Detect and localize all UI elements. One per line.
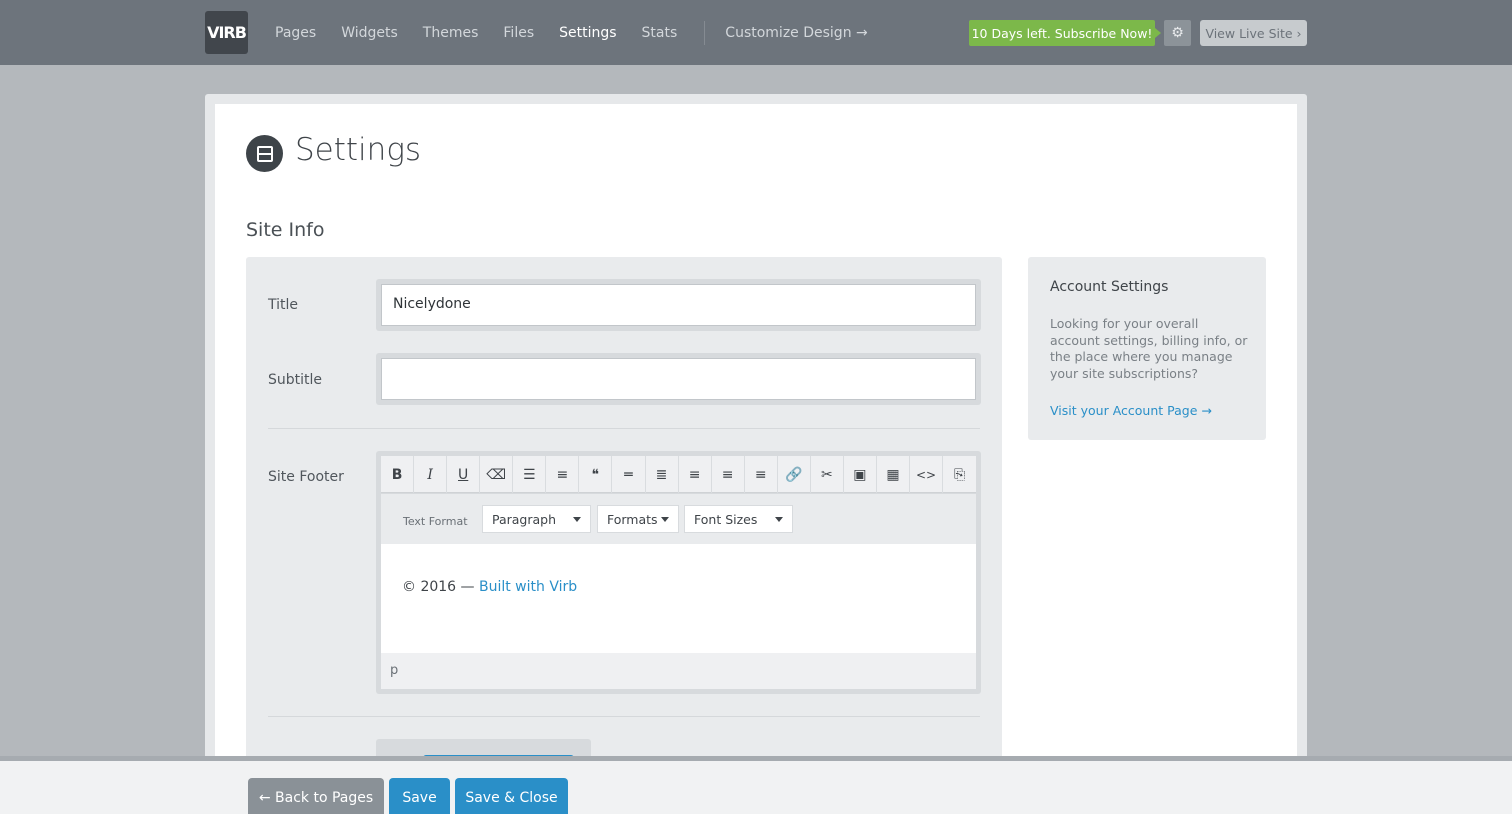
account-settings-title: Account Settings [1050,279,1169,295]
title-label: Title [268,297,299,313]
divider [268,716,980,717]
page-title: Settings [295,132,422,168]
nav-widgets[interactable]: Widgets [329,25,410,41]
format-row: Text Format Paragraph Formats Font Sizes [381,494,976,544]
section-title: Site Info [246,219,325,241]
main-nav: Pages Widgets Themes Files Settings Stat… [263,0,868,65]
blockquote-icon[interactable]: ❝ [579,456,613,493]
site-footer-label: Site Footer [268,469,344,485]
italic-icon[interactable]: I [414,456,448,493]
save-and-close-button[interactable]: Save & Close [455,778,568,814]
account-settings-box: Account Settings Looking for your overal… [1028,257,1266,440]
horizontal-rule-icon[interactable]: ═ [612,456,646,493]
element-path: p [381,653,976,689]
settings-page-icon [246,135,283,172]
underline-icon[interactable]: U [447,456,481,493]
built-with-virb-link[interactable]: Built with Virb [479,579,577,595]
subtitle-field-wrap [376,353,981,405]
account-settings-description: Looking for your overall account setting… [1050,316,1248,381]
text-format-label: Text Format [403,515,468,528]
subtitle-input[interactable] [381,358,976,400]
subscribe-button[interactable]: 10 Days left. Subscribe Now! [969,20,1161,46]
bullet-list-icon[interactable]: ☰ [513,456,547,493]
chevron-down-icon [661,517,669,522]
save-button[interactable]: Save [389,778,450,814]
clear-format-icon[interactable]: ⌫ [480,456,514,493]
image-icon[interactable]: ▣ [844,456,877,493]
formats-select[interactable]: Formats [597,505,679,533]
font-sizes-select-value: Font Sizes [694,512,758,527]
editor-content-area[interactable]: © 2016 — Built with Virb [381,544,976,653]
chevron-down-icon [573,517,581,522]
nav-themes[interactable]: Themes [411,25,491,41]
paragraph-select[interactable]: Paragraph [482,505,591,533]
view-live-site-button[interactable]: View Live Site › [1200,20,1307,46]
align-justify-icon[interactable]: ≡ [745,456,778,493]
account-page-link[interactable]: Visit your Account Page → [1050,403,1212,418]
numbered-list-icon[interactable]: ≡ [546,456,580,493]
top-navbar: VIRB Pages Widgets Themes Files Settings… [0,0,1512,65]
title-input[interactable]: Nicelydone [381,284,976,326]
chevron-down-icon [775,517,783,522]
font-sizes-select[interactable]: Font Sizes [684,505,793,533]
title-field-wrap: Nicelydone [376,279,981,331]
footer-text: © 2016 — Built with Virb [402,579,577,595]
align-right-icon[interactable]: ≡ [712,456,745,493]
align-center-icon[interactable]: ≡ [679,456,712,493]
footer-editor: B I U ⌫ ☰ ≡ ❝ ═ ≣ ≡ ≡ ≡ 🔗 ✂ ▣ ▦ <> ⎘ Tex… [376,451,981,694]
formats-select-value: Formats [607,512,658,527]
paragraph-select-value: Paragraph [492,512,557,527]
nav-stats[interactable]: Stats [630,25,690,41]
footer-copyright: © 2016 — [402,579,479,595]
nav-files[interactable]: Files [491,25,546,41]
file-icon[interactable]: ⎘ [943,456,976,493]
bold-icon[interactable]: B [381,456,415,493]
video-icon[interactable]: ▦ [877,456,910,493]
nav-pages[interactable]: Pages [263,25,328,41]
align-left-icon[interactable]: ≣ [646,456,679,493]
code-icon[interactable]: <> [910,456,944,493]
subtitle-label: Subtitle [268,372,323,388]
back-to-pages-button[interactable]: ← Back to Pages [248,778,384,814]
unlink-icon[interactable]: ✂ [811,456,844,493]
editor-toolbar: B I U ⌫ ☰ ≡ ❝ ═ ≣ ≡ ≡ ≡ 🔗 ✂ ▣ ▦ <> ⎘ [381,456,976,493]
divider [268,428,980,429]
gear-icon[interactable]: ⚙ [1164,20,1191,46]
customize-design-link[interactable]: Customize Design → [713,25,867,41]
bottom-action-bar [0,756,1512,814]
nav-settings[interactable]: Settings [547,25,628,41]
nav-divider [704,20,706,45]
virb-logo[interactable]: VIRB [205,11,248,54]
link-icon[interactable]: 🔗 [778,456,811,493]
